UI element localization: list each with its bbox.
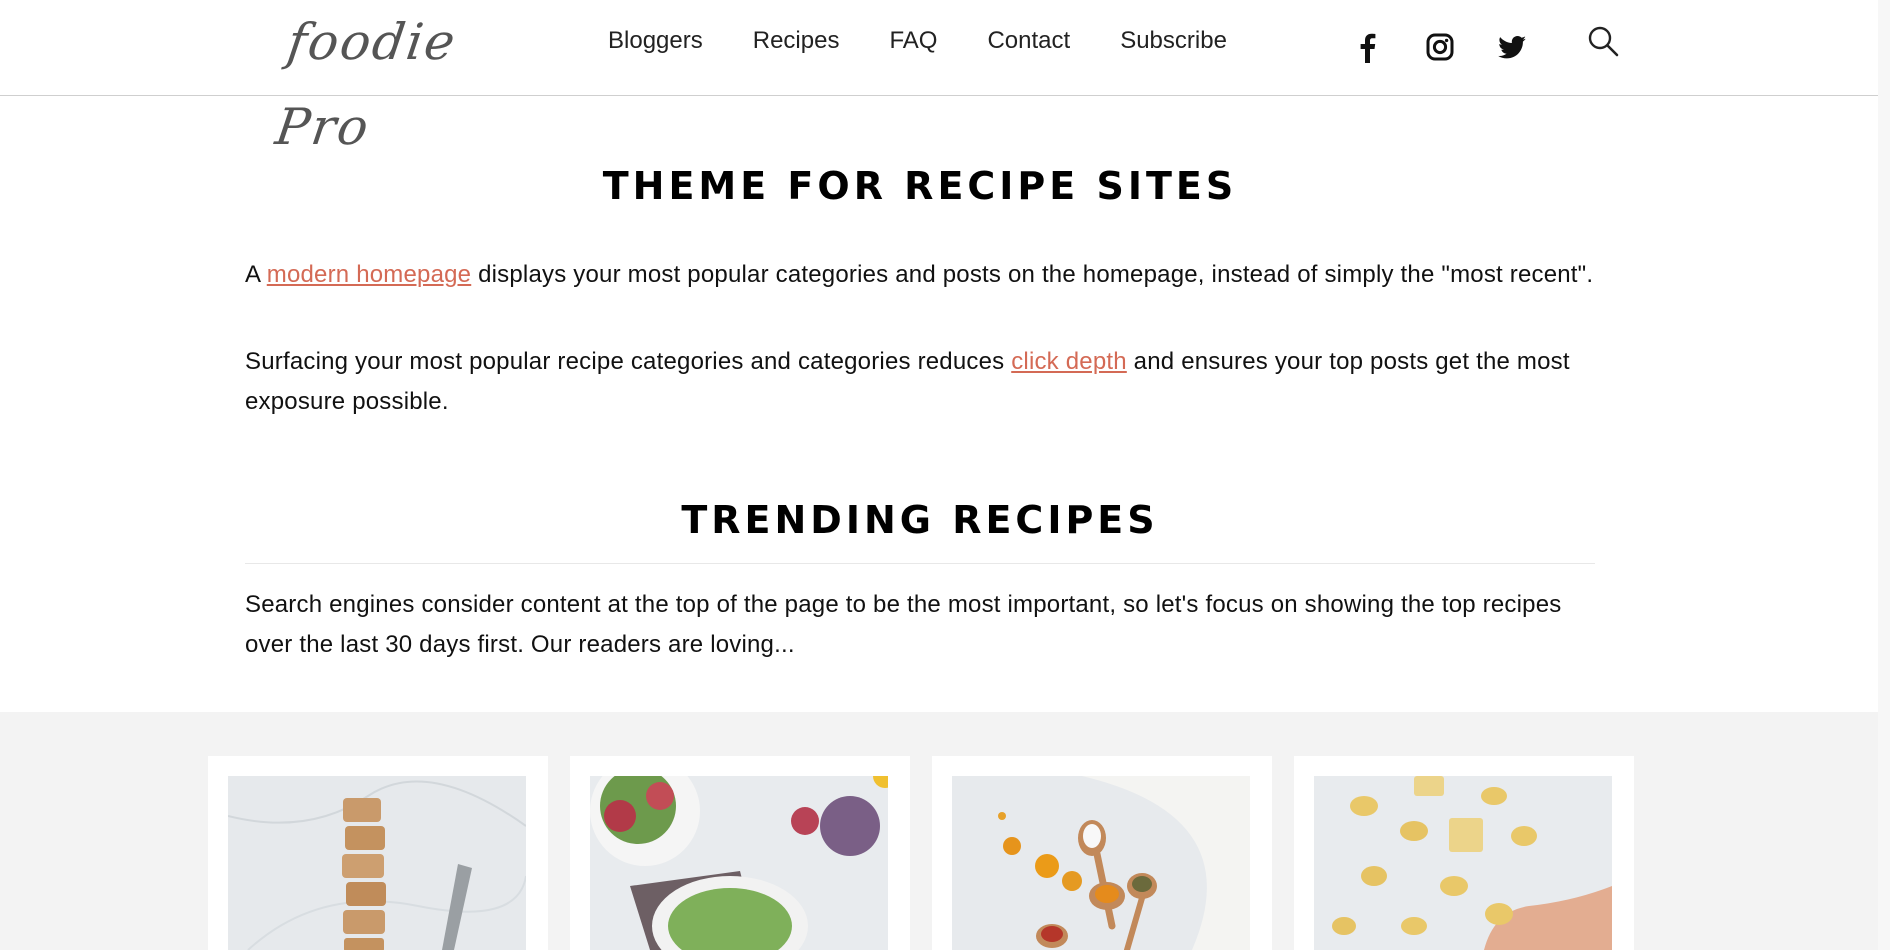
recipe-card[interactable] xyxy=(1294,756,1634,950)
recipe-card[interactable] xyxy=(570,756,910,950)
site-logo[interactable]: foodie Pro xyxy=(272,0,504,156)
intro-text: displays your most popular categories an… xyxy=(471,261,1594,288)
page-title: THEME FOR RECIPE SITES xyxy=(602,164,1238,208)
spices-spoons-photo[interactable] xyxy=(952,776,1250,950)
trending-description: Search engines consider content at the t… xyxy=(245,591,1562,658)
salad-figs-photo[interactable] xyxy=(590,776,888,950)
intro-text: A xyxy=(245,261,267,288)
modern-homepage-link[interactable]: modern homepage xyxy=(267,261,471,288)
intro-text: Surfacing your most popular recipe categ… xyxy=(245,348,1012,375)
granola-bars-photo[interactable] xyxy=(228,776,526,950)
section-title: TRENDING RECIPES xyxy=(681,498,1159,542)
facebook-icon[interactable] xyxy=(1351,30,1385,64)
click-depth-link[interactable]: click depth xyxy=(1011,348,1127,375)
site-header: foodie Pro Bloggers Recipes FAQ Contact … xyxy=(0,0,1890,156)
page-scrollbar[interactable] xyxy=(1878,0,1890,950)
nav-subscribe[interactable]: Subscribe xyxy=(1120,24,1227,58)
nav-faq[interactable]: FAQ xyxy=(889,24,937,58)
recipe-card[interactable] xyxy=(208,756,548,950)
nav-bloggers[interactable]: Bloggers xyxy=(608,24,703,58)
search-icon[interactable] xyxy=(1585,24,1621,60)
twitter-icon[interactable] xyxy=(1495,30,1529,64)
pasta-tortellini-photo[interactable] xyxy=(1314,776,1612,950)
nav-recipes[interactable]: Recipes xyxy=(753,24,840,58)
section-divider xyxy=(245,563,1595,564)
nav-contact[interactable]: Contact xyxy=(987,24,1070,58)
main-nav: Bloggers Recipes FAQ Contact Subscribe xyxy=(608,24,1277,58)
intro-paragraph-1: A modern homepage displays your most pop… xyxy=(245,255,1595,295)
recipe-card[interactable] xyxy=(932,756,1272,950)
intro-paragraph-2: Surfacing your most popular recipe categ… xyxy=(245,342,1595,422)
instagram-icon[interactable] xyxy=(1423,30,1457,64)
